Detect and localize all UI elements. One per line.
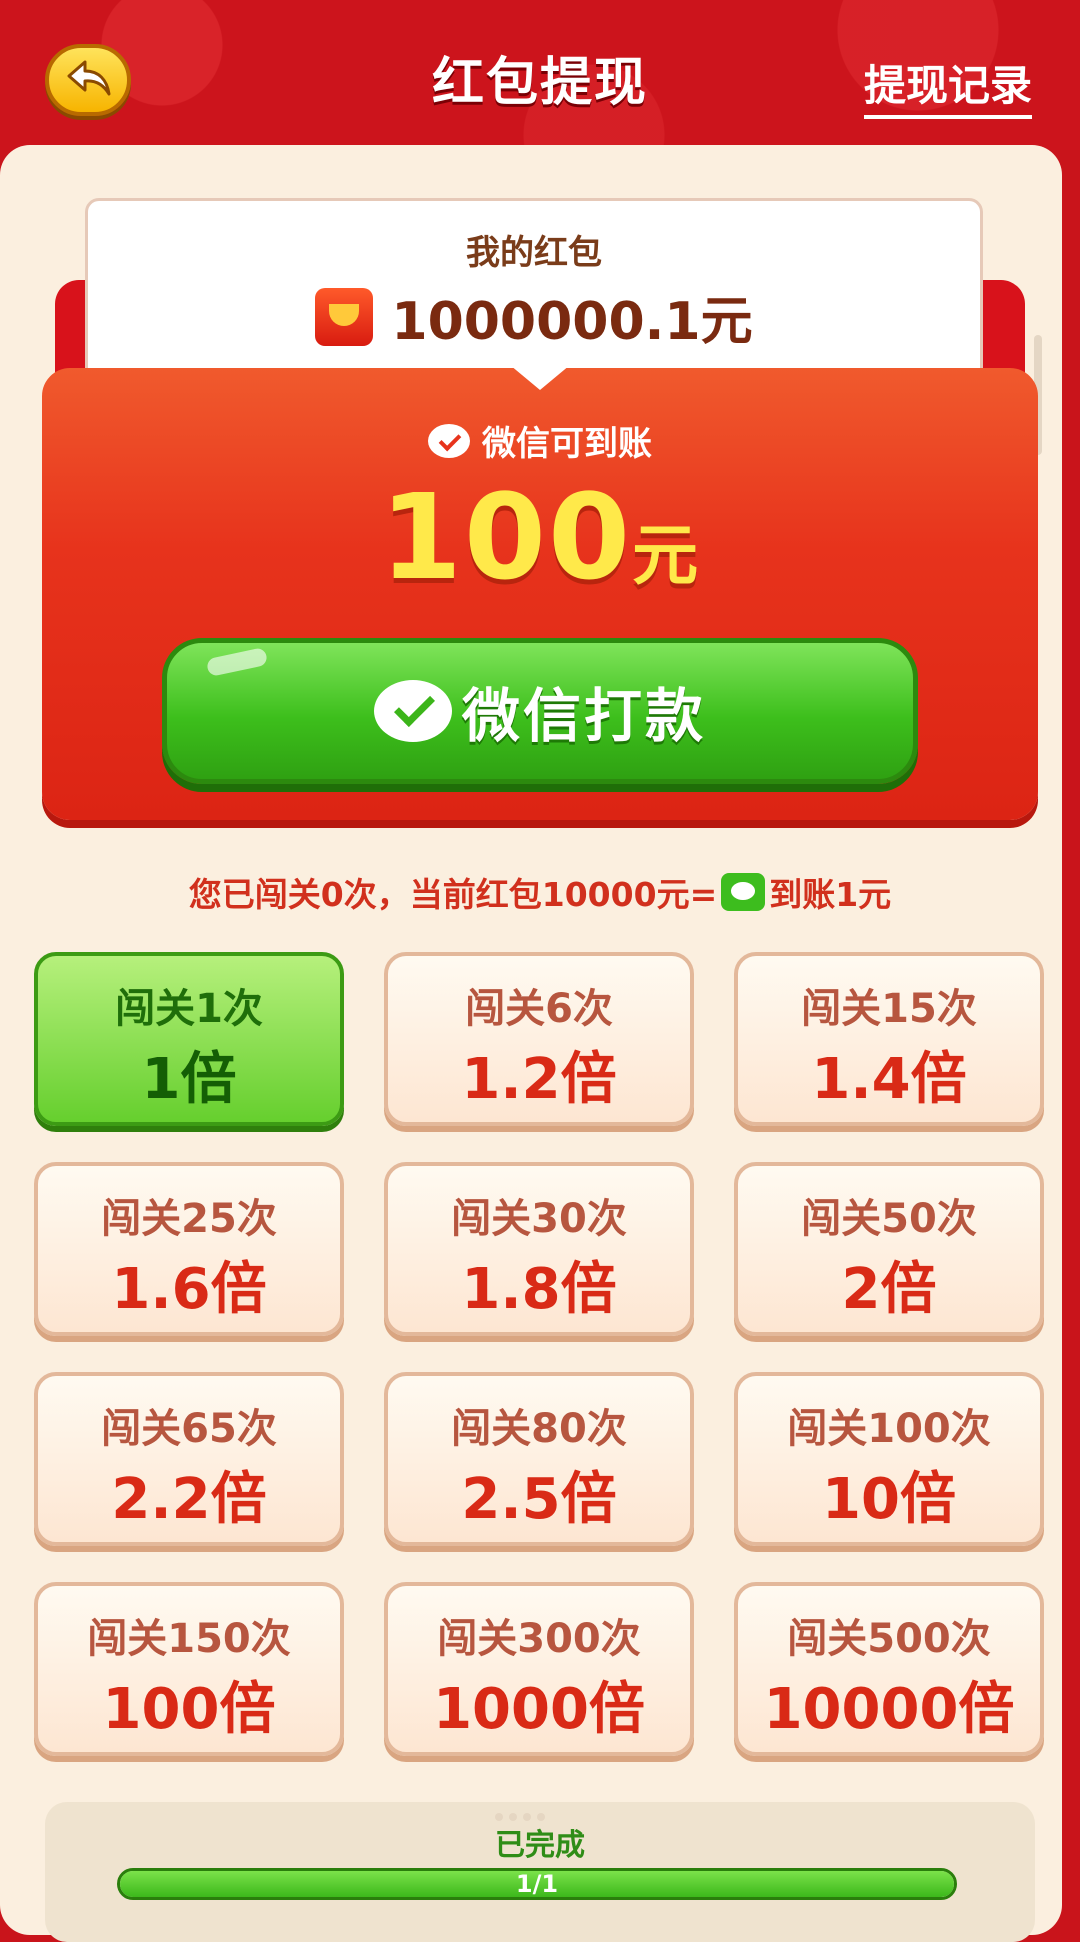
tier-levels: 闯关150次 — [87, 1616, 291, 1662]
tier-multiplier: 2.2倍 — [111, 1467, 267, 1532]
wallet-label: 我的红包 — [466, 233, 602, 273]
tier-tile[interactable]: 闯关15次 1.4倍 — [734, 952, 1044, 1126]
tier-tile[interactable]: 闯关300次 1000倍 — [384, 1582, 694, 1756]
tier-tile[interactable]: 闯关100次 10倍 — [734, 1372, 1044, 1546]
tier-multiplier: 1.8倍 — [461, 1257, 617, 1322]
tier-multiplier: 1000倍 — [433, 1677, 645, 1742]
tier-multiplier: 1.6倍 — [111, 1257, 267, 1322]
tier-multiplier: 2.5倍 — [461, 1467, 617, 1532]
tier-tile[interactable]: 闯关25次 1.6倍 — [34, 1162, 344, 1336]
tier-levels: 闯关500次 — [787, 1616, 991, 1662]
tier-tile[interactable]: 闯关30次 1.8倍 — [384, 1162, 694, 1336]
tier-levels: 闯关25次 — [101, 1196, 277, 1242]
wallet-amount: 1000000.1元 — [391, 292, 753, 352]
wechat-pay-button[interactable]: 微信打款 — [162, 638, 918, 784]
withdraw-amount: 100元 — [379, 468, 701, 606]
tier-levels: 闯关80次 — [451, 1406, 627, 1452]
tier-levels: 闯关300次 — [437, 1616, 641, 1662]
tier-levels: 闯关30次 — [451, 1196, 627, 1242]
tier-levels: 闯关6次 — [465, 986, 613, 1032]
tier-tile[interactable]: 闯关500次 10000倍 — [734, 1582, 1044, 1756]
tier-levels: 闯关65次 — [101, 1406, 277, 1452]
tier-tile[interactable]: 闯关80次 2.5倍 — [384, 1372, 694, 1546]
tier-multiplier: 1.4倍 — [811, 1047, 967, 1112]
tier-levels: 闯关15次 — [801, 986, 977, 1032]
red-packet-icon — [315, 287, 374, 346]
status-info: 您已闯关0次，当前红包10000元= 到账1元 — [188, 873, 892, 914]
tier-multiplier: 1倍 — [141, 1047, 237, 1112]
tier-levels: 闯关100次 — [787, 1406, 991, 1452]
tier-multiplier: 10倍 — [822, 1467, 956, 1532]
wechat-icon — [428, 423, 470, 458]
tier-multiplier: 2倍 — [841, 1257, 937, 1322]
withdraw-history-link[interactable]: 提现记录 — [863, 52, 1032, 119]
tier-levels: 闯关1次 — [115, 986, 263, 1032]
progress-label: 已完成 — [495, 1828, 585, 1863]
progress-bar: 1/1 — [117, 1868, 957, 1900]
tier-tile[interactable]: 闯关1次 1倍 — [34, 952, 344, 1126]
tier-multiplier: 10000倍 — [763, 1677, 1015, 1742]
wechat-mini-icon — [721, 873, 766, 911]
tier-tile[interactable]: 闯关65次 2.2倍 — [34, 1372, 344, 1546]
withdraw-card: 微信可到账 100元 微信打款 — [42, 368, 1038, 820]
wechat-icon — [373, 680, 452, 742]
header: 红包提现 提现记录 — [0, 0, 1080, 150]
tier-multiplier: 100倍 — [102, 1677, 276, 1742]
tier-tile[interactable]: 闯关6次 1.2倍 — [384, 952, 694, 1126]
page-indicator — [492, 1806, 548, 1825]
tier-tile[interactable]: 闯关150次 100倍 — [34, 1582, 344, 1756]
arrive-label: 微信可到账 — [482, 424, 652, 464]
tier-levels: 闯关50次 — [801, 1196, 977, 1242]
tier-tile[interactable]: 闯关50次 2倍 — [734, 1162, 1044, 1336]
pay-button-label: 微信打款 — [461, 682, 706, 750]
progress-text: 1/1 — [515, 1870, 559, 1898]
tier-multiplier: 1.2倍 — [461, 1047, 617, 1112]
